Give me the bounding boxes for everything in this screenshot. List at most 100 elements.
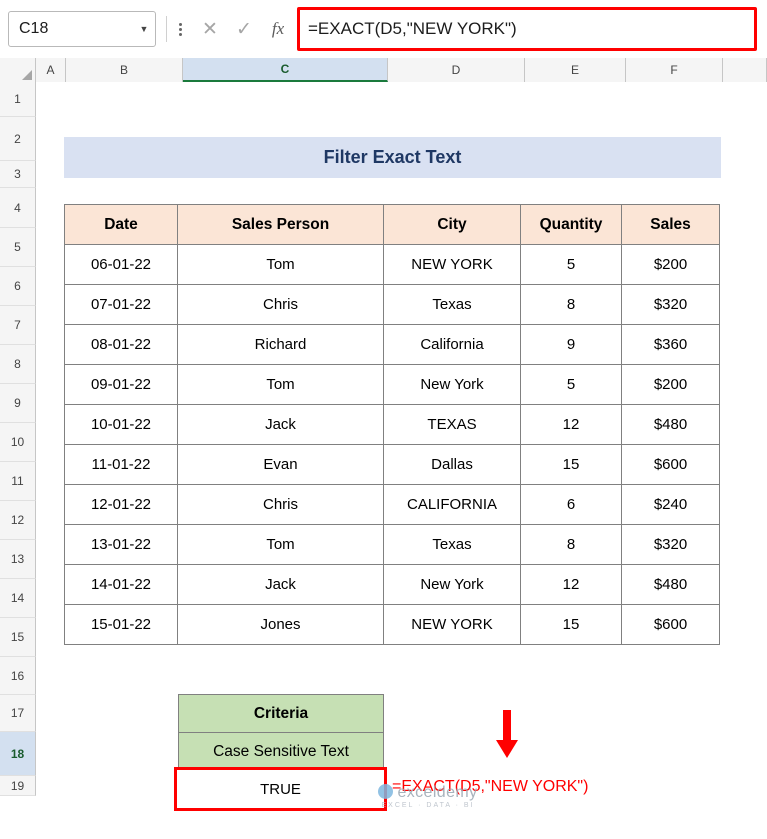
column-header-d[interactable]: D (388, 58, 525, 82)
cell-date[interactable]: 14-01-22 (64, 564, 178, 605)
cell-quantity[interactable]: 15 (520, 604, 622, 645)
cell-city[interactable]: New York (383, 364, 521, 405)
cell-quantity[interactable]: 5 (520, 244, 622, 285)
cell-city[interactable]: Dallas (383, 444, 521, 485)
cell-person[interactable]: Chris (177, 284, 384, 325)
row-header-10[interactable]: 10 (0, 423, 36, 462)
kebab-menu-icon[interactable] (173, 22, 187, 36)
cell-person[interactable]: Richard (177, 324, 384, 365)
column-header-f[interactable]: F (626, 58, 723, 82)
table-row: 09-01-22 Tom New York 5 $200 (64, 364, 720, 405)
row-header-2[interactable]: 2 (0, 117, 36, 161)
table-row: 07-01-22 Chris Texas 8 $320 (64, 284, 720, 325)
cell-quantity[interactable]: 12 (520, 564, 622, 605)
cell-city[interactable]: New York (383, 564, 521, 605)
cell-sales[interactable]: $320 (621, 284, 720, 325)
row-header-12[interactable]: 12 (0, 501, 36, 540)
column-header-b[interactable]: B (66, 58, 183, 82)
cell-city[interactable]: Texas (383, 284, 521, 325)
cell-sales[interactable]: $360 (621, 324, 720, 365)
banner-title: Filter Exact Text (64, 137, 721, 178)
table-row: 06-01-22 Tom NEW YORK 5 $200 (64, 244, 720, 285)
function-icon[interactable]: fx (261, 19, 295, 39)
table-row: 14-01-22 Jack New York 12 $480 (64, 564, 720, 605)
chevron-down-icon[interactable]: ▼ (133, 24, 155, 34)
select-all-corner[interactable] (0, 58, 36, 82)
column-header-a[interactable]: A (36, 58, 66, 82)
row-header-8[interactable]: 8 (0, 345, 36, 384)
column-header-e[interactable]: E (525, 58, 626, 82)
cell-date[interactable]: 09-01-22 (64, 364, 178, 405)
row-header-6[interactable]: 6 (0, 267, 36, 306)
cell-date[interactable]: 13-01-22 (64, 524, 178, 565)
row-header-17[interactable]: 17 (0, 695, 36, 732)
row-header-14[interactable]: 14 (0, 579, 36, 618)
cell-city[interactable]: CALIFORNIA (383, 484, 521, 525)
grid-row: 16 (0, 657, 767, 695)
cell-sales[interactable]: $480 (621, 404, 720, 445)
cell-person[interactable]: Jack (177, 404, 384, 445)
row-header-18[interactable]: 18 (0, 732, 36, 776)
row-header-16[interactable]: 16 (0, 657, 36, 695)
cell-date[interactable]: 11-01-22 (64, 444, 178, 485)
header-date: Date (64, 204, 178, 245)
cell-quantity[interactable]: 8 (520, 524, 622, 565)
cell-sales[interactable]: $200 (621, 244, 720, 285)
cell-person[interactable]: Tom (177, 524, 384, 565)
cell-person[interactable]: Evan (177, 444, 384, 485)
cell-quantity[interactable]: 6 (520, 484, 622, 525)
cell-sales[interactable]: $600 (621, 444, 720, 485)
row-header-15[interactable]: 15 (0, 618, 36, 657)
cell-city[interactable]: TEXAS (383, 404, 521, 445)
formula-input[interactable]: =EXACT(D5,"NEW YORK") (297, 7, 757, 51)
column-header-g[interactable] (723, 58, 767, 82)
cell-date[interactable]: 06-01-22 (64, 244, 178, 285)
cell-date[interactable]: 08-01-22 (64, 324, 178, 365)
row-header-9[interactable]: 9 (0, 384, 36, 423)
row-header-11[interactable]: 11 (0, 462, 36, 501)
row-header-5[interactable]: 5 (0, 228, 36, 267)
table-row: 10-01-22 Jack TEXAS 12 $480 (64, 404, 720, 445)
cell-sales[interactable]: $200 (621, 364, 720, 405)
row-header-19[interactable]: 19 (0, 776, 36, 796)
cell-city[interactable]: California (383, 324, 521, 365)
cell-sales[interactable]: $480 (621, 564, 720, 605)
row-header-1[interactable]: 1 (0, 82, 36, 117)
row-cells[interactable] (36, 82, 767, 117)
cell-person[interactable]: Chris (177, 484, 384, 525)
name-box[interactable]: C18 ▼ (8, 11, 156, 47)
row-cells[interactable] (36, 695, 767, 732)
table-row: 12-01-22 Chris CALIFORNIA 6 $240 (64, 484, 720, 525)
close-icon[interactable]: ✕ (193, 18, 227, 41)
cell-person[interactable]: Tom (177, 364, 384, 405)
column-headers: A B C D E F (0, 58, 767, 82)
cell-date[interactable]: 15-01-22 (64, 604, 178, 645)
cell-quantity[interactable]: 12 (520, 404, 622, 445)
row-header-13[interactable]: 13 (0, 540, 36, 579)
row-header-3[interactable]: 3 (0, 161, 36, 188)
cell-sales[interactable]: $600 (621, 604, 720, 645)
cell-person[interactable]: Jones (177, 604, 384, 645)
cell-sales[interactable]: $320 (621, 524, 720, 565)
cell-person[interactable]: Jack (177, 564, 384, 605)
row-cells[interactable] (36, 732, 767, 776)
cell-quantity[interactable]: 9 (520, 324, 622, 365)
check-icon[interactable]: ✓ (227, 18, 261, 41)
cell-sales[interactable]: $240 (621, 484, 720, 525)
criteria-result-cell[interactable]: TRUE (174, 767, 387, 811)
cell-quantity[interactable]: 5 (520, 364, 622, 405)
cell-date[interactable]: 07-01-22 (64, 284, 178, 325)
cell-date[interactable]: 10-01-22 (64, 404, 178, 445)
row-header-4[interactable]: 4 (0, 188, 36, 228)
cell-quantity[interactable]: 8 (520, 284, 622, 325)
row-cells[interactable] (36, 657, 767, 695)
cell-city[interactable]: NEW YORK (383, 244, 521, 285)
criteria-table: Criteria Case Sensitive Text (178, 694, 384, 771)
cell-person[interactable]: Tom (177, 244, 384, 285)
cell-quantity[interactable]: 15 (520, 444, 622, 485)
cell-date[interactable]: 12-01-22 (64, 484, 178, 525)
cell-city[interactable]: NEW YORK (383, 604, 521, 645)
column-header-c[interactable]: C (183, 58, 388, 82)
row-header-7[interactable]: 7 (0, 306, 36, 345)
cell-city[interactable]: Texas (383, 524, 521, 565)
